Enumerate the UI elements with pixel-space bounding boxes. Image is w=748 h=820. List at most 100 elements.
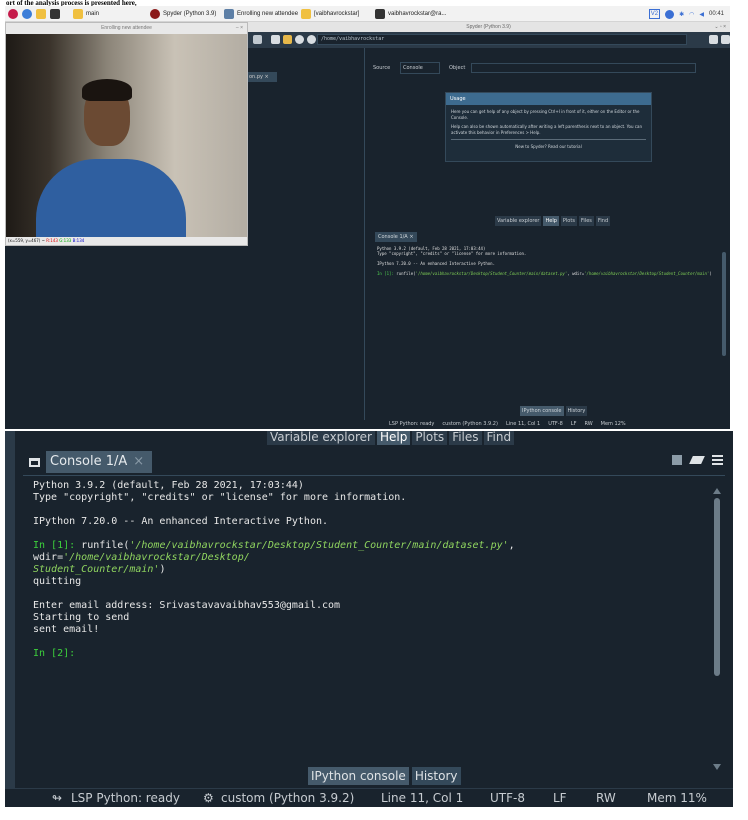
usage-box: Usage Here you can get help of any objec… (445, 92, 652, 162)
taskbar-item-main[interactable]: main (73, 8, 99, 20)
tab-ipython-console[interactable]: IPython console (308, 767, 409, 785)
close-icon[interactable]: × (133, 454, 144, 469)
stop-icon[interactable] (672, 455, 682, 465)
wrench-icon[interactable] (271, 35, 280, 44)
cursor-position: Line 11, Col 1 (505, 421, 541, 427)
help-pane-tabs: Variable explorer Help Plots Files Find (495, 216, 611, 226)
usage-text-1: Here you can get help of any object by p… (451, 109, 640, 120)
camera-status-bar: (x=559, y=467) ~ R:143 G:133 B:134 (6, 237, 247, 245)
debug-icon[interactable] (253, 35, 262, 44)
taskbar-item-terminal[interactable]: vaibhavrockstar@ra... (375, 8, 446, 20)
wifi-icon[interactable]: ◠ (689, 11, 694, 18)
start-menu-button[interactable] (8, 8, 18, 20)
console-scrollbar-small[interactable] (722, 252, 726, 356)
python-path-icon[interactable] (283, 35, 292, 44)
status-bar-small: LSP Python: ready custom (Python 3.9.2) … (367, 420, 730, 429)
desktop-screenshot: main Spyder (Python 3.9) Enrolling new a… (5, 6, 730, 429)
camera-window-controls[interactable]: – × (236, 23, 243, 34)
memory-status: Mem 11% (647, 791, 707, 805)
raspberry-icon (8, 9, 18, 19)
tab-variable-explorer[interactable]: Variable explorer (495, 216, 542, 226)
tab-variable-explorer[interactable]: Variable explorer (267, 431, 375, 445)
taskbar-item-home-folder[interactable]: [vaibhavrockstar] (301, 8, 359, 20)
lsp-status: LSP Python: ready (71, 791, 180, 805)
console-actions (672, 455, 723, 465)
console-bottom-tabs: IPython console History (308, 767, 461, 785)
tab-plots[interactable]: Plots (560, 216, 577, 226)
source-select[interactable]: Console (400, 62, 440, 74)
camera-window[interactable]: Enrolling new attendee – × (x=559, y=467… (5, 22, 248, 246)
tab-plots[interactable]: Plots (412, 431, 448, 445)
console-bottom-tabs-small: IPython console History (520, 406, 588, 416)
spyder-window-controls[interactable]: ⌄ ▫ × (714, 22, 726, 32)
hamburger-menu-icon[interactable] (712, 455, 723, 465)
tab-history[interactable]: History (411, 767, 461, 785)
scroll-up-icon[interactable] (713, 488, 721, 494)
prompt-2: In [2]: (33, 648, 76, 659)
encoding: UTF-8 (548, 421, 563, 427)
back-arrow-icon[interactable] (295, 35, 304, 44)
camera-window-title: Enrolling new attendee – × (6, 23, 247, 34)
tab-history-small[interactable]: History (565, 406, 588, 416)
tab-files[interactable]: Files (578, 216, 594, 226)
scroll-down-icon[interactable] (713, 764, 721, 770)
console-tab-small[interactable]: Console 1/A × (375, 232, 417, 242)
tab-find[interactable]: Find (595, 216, 611, 226)
working-directory-input[interactable]: /home/vaibhavrockstar (317, 34, 687, 45)
rw-status: RW (584, 421, 593, 427)
help-pane: Source Console Object Usage Here you can… (367, 58, 730, 420)
spyder-window-title: Spyder (Python 3.9) ⌄ ▫ × (247, 22, 730, 32)
editor-pane[interactable]: on.py × (247, 48, 365, 420)
usage-text-3[interactable]: New to Spyder? Read our tutorial (451, 144, 646, 150)
console-output[interactable]: Python 3.9.2 (default, Feb 28 2021, 17:0… (23, 475, 725, 770)
editor-file-tab[interactable]: on.py × (247, 72, 277, 82)
person-hair (82, 79, 132, 101)
system-tray: V2 ✱ ◠ ◀ 00:41 (648, 8, 724, 20)
editor-edge (5, 431, 15, 807)
rw-status: RW (596, 791, 616, 805)
browse-folder-icon[interactable] (709, 35, 718, 44)
scrollbar-thumb[interactable] (714, 498, 720, 676)
clock[interactable]: 00:41 (709, 11, 724, 17)
memory-status: Mem 12% (600, 421, 626, 427)
bluetooth-icon[interactable]: ✱ (679, 11, 684, 18)
eraser-icon[interactable] (689, 456, 705, 464)
update-icon[interactable] (665, 9, 675, 19)
eol: LF (570, 421, 577, 427)
parent-directory-icon[interactable] (721, 35, 730, 44)
webcam-frame (6, 34, 247, 238)
volume-icon[interactable]: ◀ (699, 11, 704, 18)
console-tab-label: Console 1/A (50, 454, 128, 469)
tab-help[interactable]: Help (543, 216, 559, 226)
terminal-launcher[interactable] (50, 8, 60, 20)
spyder-icon (150, 9, 160, 19)
encoding: UTF-8 (490, 791, 525, 805)
forward-arrow-icon[interactable] (307, 35, 316, 44)
tab-find[interactable]: Find (483, 431, 515, 445)
console-output-small[interactable]: Python 3.9.2 (default, Feb 28 2021, 17:0… (377, 246, 722, 276)
env-status[interactable]: custom (Python 3.9.2) (221, 789, 354, 807)
tab-files[interactable]: Files (449, 431, 482, 445)
tab-ipython-console-small[interactable]: IPython console (520, 406, 564, 416)
lsp-icon: ↬ (52, 791, 63, 805)
lsp-status: LSP Python: ready (389, 421, 435, 427)
eol: LF (553, 791, 567, 805)
files-launcher[interactable] (36, 8, 46, 20)
help-source-bar: Source Console Object (367, 62, 730, 74)
cursor-position: Line 11, Col 1 (381, 791, 464, 805)
taskbar-item-enrolling[interactable]: Enrolling new attendee (224, 8, 298, 20)
taskbar-item-spyder[interactable]: Spyder (Python 3.9) (150, 8, 216, 20)
editor-background (5, 246, 247, 429)
vnc-badge[interactable]: V2 (648, 9, 661, 19)
console-tab-bar: Console 1/A × (23, 451, 725, 475)
taskbar: main Spyder (Python 3.9) Enrolling new a… (5, 6, 730, 22)
tab-help[interactable]: Help (376, 431, 411, 445)
console-text[interactable]: Python 3.9.2 (default, Feb 28 2021, 17:0… (33, 480, 703, 660)
console-tab[interactable]: Console 1/A × (23, 451, 158, 473)
folder-icon (301, 9, 311, 19)
terminal-icon (50, 9, 60, 19)
console-scrollbar[interactable] (713, 488, 721, 770)
browser-launcher[interactable] (22, 8, 32, 20)
object-input[interactable] (471, 63, 696, 73)
env-status[interactable]: custom (Python 3.9.2) (442, 420, 498, 429)
